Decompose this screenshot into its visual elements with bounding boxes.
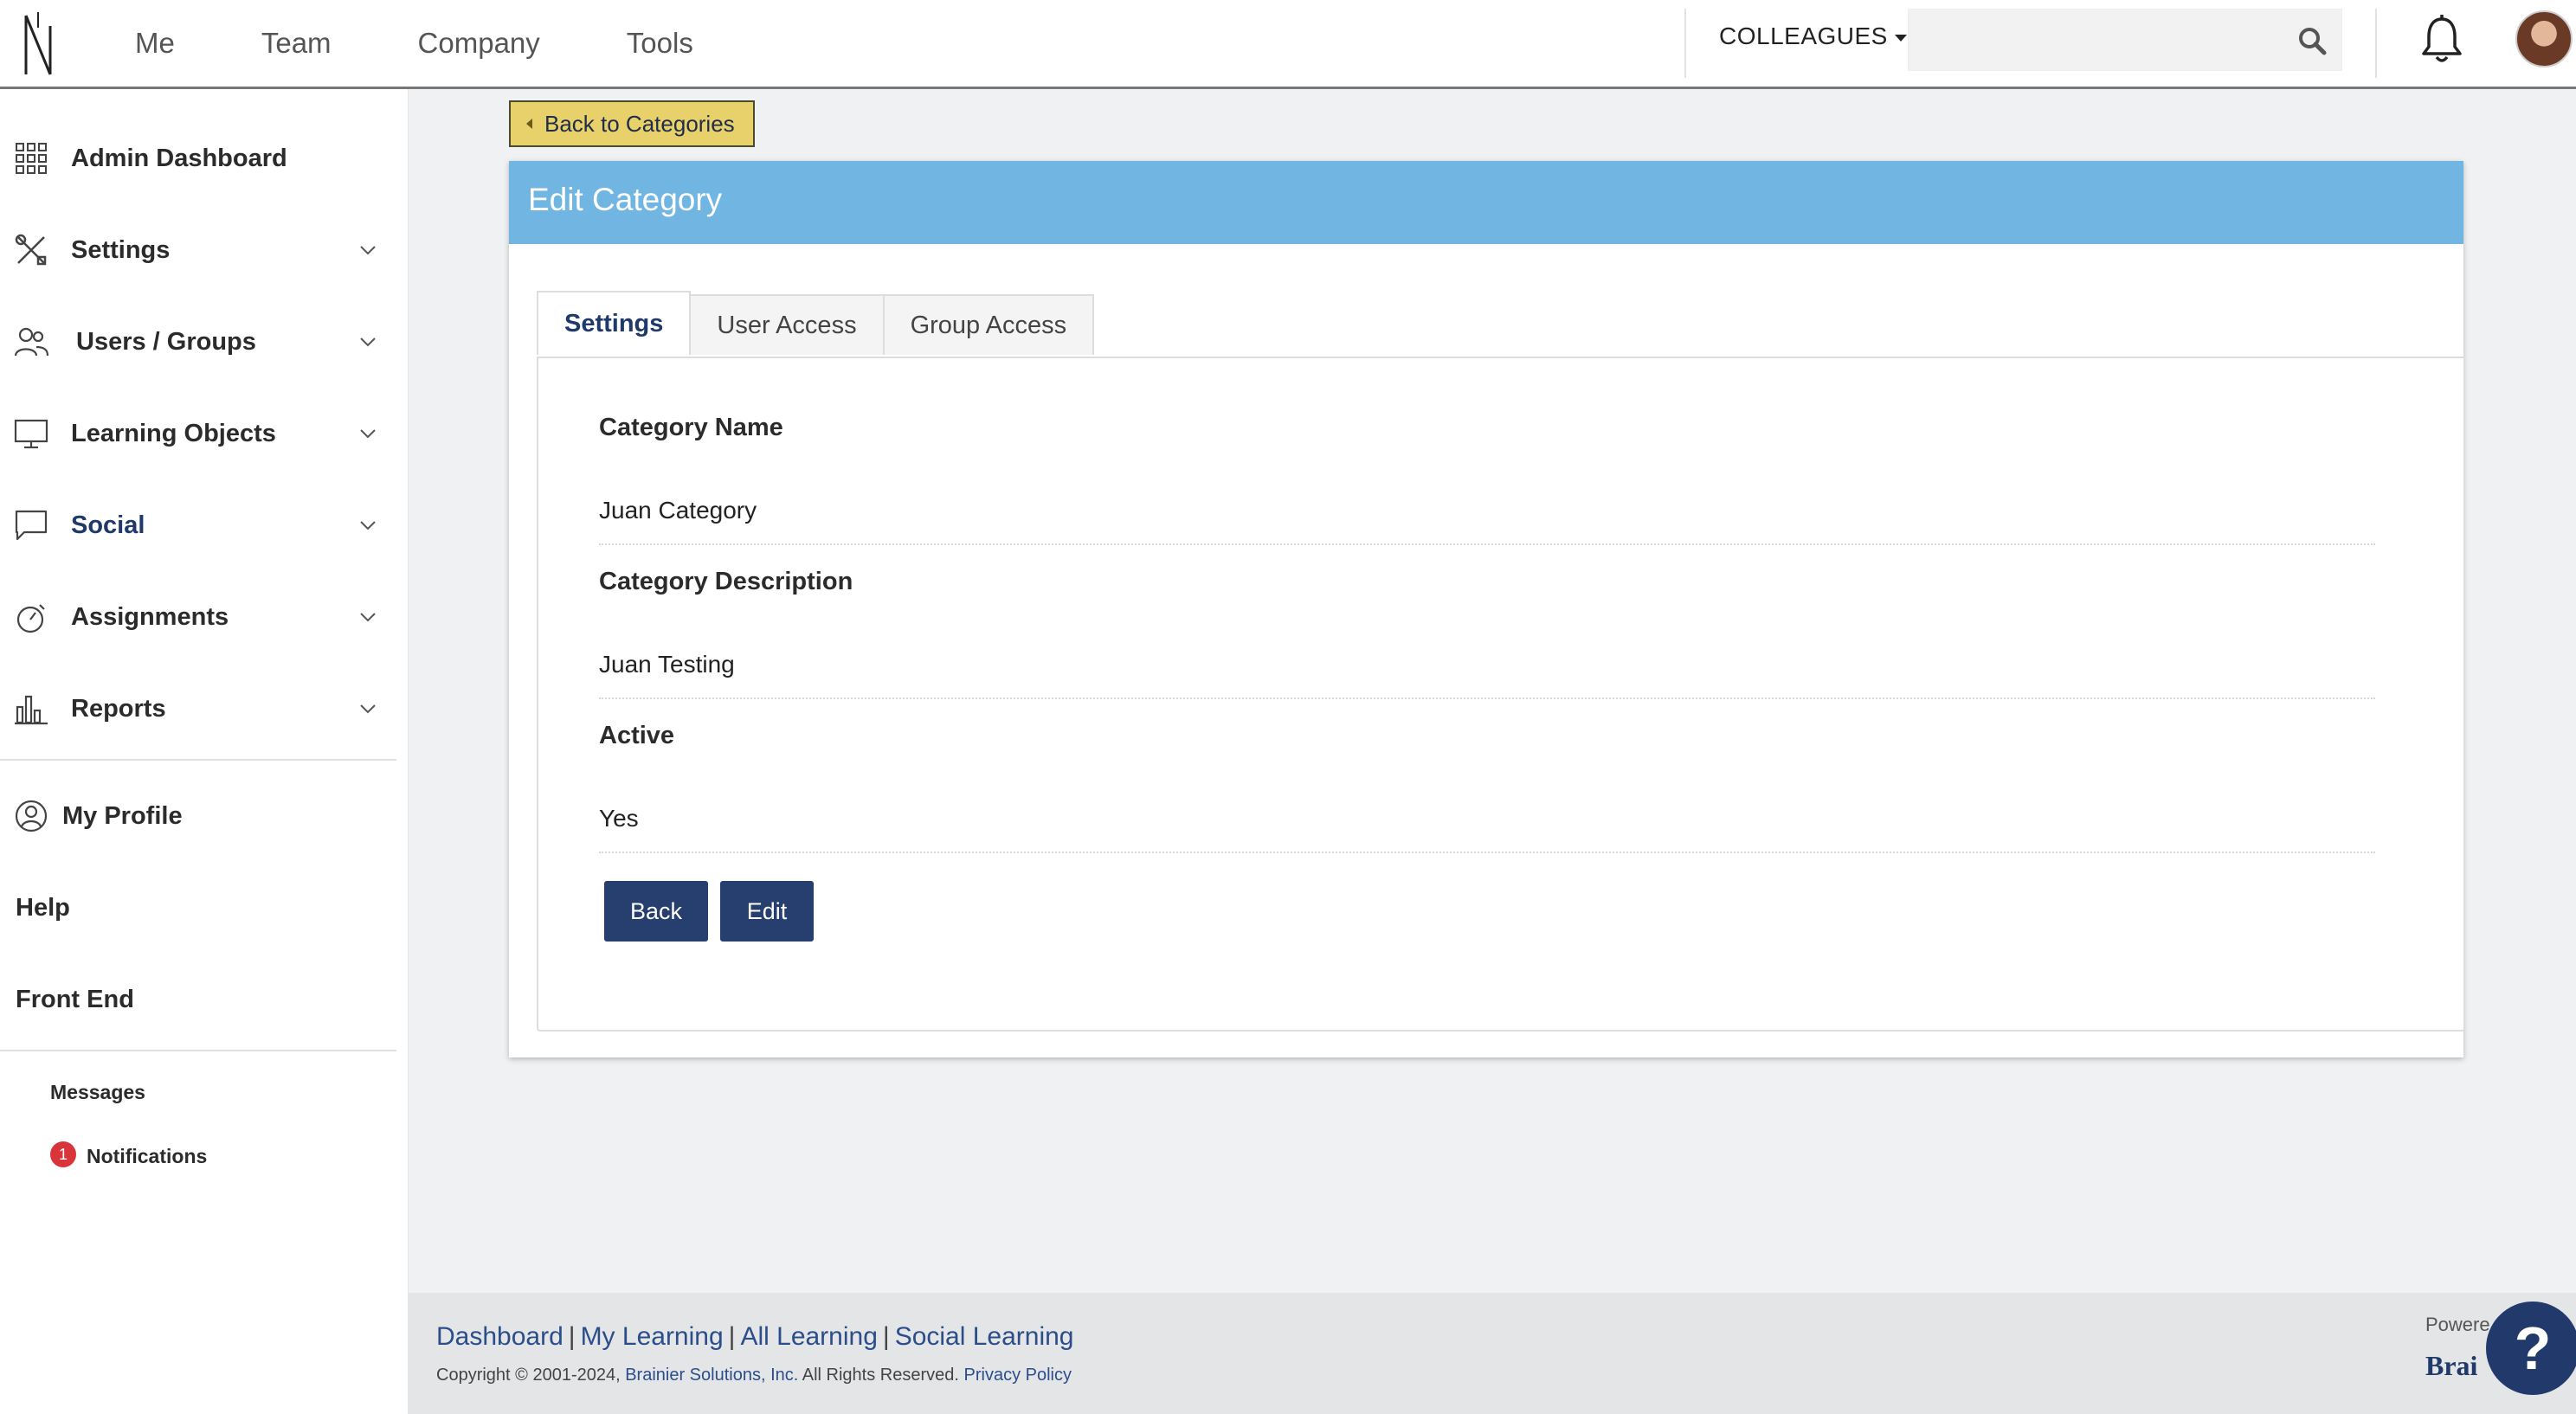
copyright-prefix: Copyright © 2001-2024, bbox=[436, 1366, 626, 1385]
brand-logo-icon[interactable] bbox=[21, 9, 55, 78]
footer: Dashboard | My Learning | All Learning | Socia… bbox=[409, 1293, 2576, 1414]
category-description-value: Juan Testing bbox=[599, 651, 735, 678]
bar-chart-icon bbox=[15, 695, 48, 725]
help-question-icon[interactable]: ? bbox=[2486, 1302, 2576, 1395]
divider bbox=[2375, 9, 2377, 78]
footer-link-all-learning[interactable]: All Learning bbox=[740, 1322, 877, 1351]
sidebar-item-label: My Profile bbox=[62, 801, 183, 830]
sidebar-item-admin-dashboard[interactable]: Admin Dashboard bbox=[0, 124, 398, 193]
topnav-tools[interactable]: Tools bbox=[627, 27, 693, 60]
sidebar-item-label: Admin Dashboard bbox=[71, 144, 287, 172]
user-circle-icon bbox=[15, 800, 48, 832]
sidebar-item-label: Learning Objects bbox=[71, 419, 276, 447]
brand-logo-text[interactable]: Brai bbox=[2425, 1350, 2477, 1382]
divider bbox=[599, 697, 2375, 699]
settings-tab-content: Category Name Juan Category Category Des… bbox=[537, 357, 2465, 1032]
chevron-down-icon bbox=[360, 429, 376, 439]
search-box bbox=[1908, 9, 2342, 71]
sidebar-item-label: Reports bbox=[71, 694, 166, 723]
tab-user-access[interactable]: User Access bbox=[689, 294, 885, 355]
footer-link-dashboard[interactable]: Dashboard bbox=[436, 1322, 564, 1351]
rights-text: All Rights Reserved. bbox=[798, 1366, 964, 1385]
search-input[interactable] bbox=[1909, 10, 2281, 70]
chevron-down-icon bbox=[360, 246, 376, 255]
tab-bar: Settings User Access Group Access bbox=[537, 291, 1095, 355]
divider bbox=[599, 852, 2375, 853]
sidebar-item-social[interactable]: Social bbox=[0, 491, 398, 560]
sidebar-item-settings[interactable]: Settings bbox=[0, 215, 398, 285]
divider bbox=[0, 759, 396, 761]
avatar[interactable] bbox=[2515, 10, 2573, 67]
privacy-policy-link[interactable]: Privacy Policy bbox=[964, 1366, 1072, 1385]
sidebar-item-learning-objects[interactable]: Learning Objects bbox=[0, 399, 398, 468]
category-description-label: Category Description bbox=[599, 568, 853, 595]
sidebar-item-front-end[interactable]: Front End bbox=[16, 986, 134, 1014]
chevron-down-icon bbox=[360, 613, 376, 622]
back-button[interactable]: Back bbox=[604, 881, 708, 942]
back-to-categories-label: Back to Categories bbox=[544, 110, 735, 137]
sidebar: Admin Dashboard Settings Users / Groups bbox=[0, 89, 409, 1414]
edit-button[interactable]: Edit bbox=[720, 881, 814, 942]
sidebar-item-help[interactable]: Help bbox=[16, 894, 70, 922]
separator: | bbox=[728, 1322, 736, 1351]
tab-settings[interactable]: Settings bbox=[537, 291, 692, 355]
top-bar: Me Team Company Tools COLLEAGUES bbox=[0, 0, 2576, 89]
category-name-value: Juan Category bbox=[599, 497, 757, 524]
back-to-categories-button[interactable]: Back to Categories bbox=[509, 100, 755, 147]
footer-link-my-learning[interactable]: My Learning bbox=[581, 1322, 724, 1351]
topnav-me[interactable]: Me bbox=[135, 27, 175, 60]
notification-count-badge: 1 bbox=[50, 1141, 76, 1167]
users-icon bbox=[14, 327, 48, 357]
top-nav: Me Team Company Tools bbox=[135, 0, 780, 87]
tab-group-access[interactable]: Group Access bbox=[882, 294, 1095, 355]
footer-links: Dashboard | My Learning | All Learning | Socia… bbox=[436, 1322, 1074, 1352]
monitor-icon bbox=[14, 419, 48, 449]
page-title: Edit Category bbox=[528, 182, 723, 217]
topnav-team[interactable]: Team bbox=[261, 27, 332, 60]
separator: | bbox=[882, 1322, 890, 1351]
caret-left-icon bbox=[526, 119, 532, 129]
sidebar-item-label: Users / Groups bbox=[76, 327, 256, 356]
powered-by-text: Powere bbox=[2425, 1314, 2490, 1335]
caret-down-icon bbox=[1894, 35, 1907, 42]
tools-icon bbox=[15, 234, 47, 266]
topnav-company[interactable]: Company bbox=[418, 27, 540, 60]
sidebar-item-my-profile[interactable]: My Profile bbox=[0, 781, 398, 851]
grid-icon bbox=[16, 143, 47, 174]
chat-icon bbox=[15, 510, 48, 541]
divider bbox=[1684, 9, 1686, 78]
chevron-down-icon bbox=[360, 521, 376, 530]
sidebar-item-label: Social bbox=[71, 511, 145, 539]
footer-link-social-learning[interactable]: Social Learning bbox=[895, 1322, 1074, 1351]
active-value: Yes bbox=[599, 805, 639, 832]
company-link[interactable]: Brainier Solutions, Inc. bbox=[625, 1366, 798, 1385]
stopwatch-icon bbox=[16, 604, 45, 633]
sidebar-item-label: Settings bbox=[71, 235, 171, 264]
divider bbox=[599, 543, 2375, 545]
copyright: Copyright © 2001-2024, Brainier Solution… bbox=[436, 1366, 1072, 1385]
sidebar-item-reports[interactable]: Reports bbox=[0, 674, 398, 743]
panel-header: Edit Category bbox=[509, 161, 2463, 244]
divider bbox=[0, 1050, 396, 1051]
sidebar-item-messages[interactable]: Messages bbox=[50, 1081, 145, 1104]
sidebar-item-assignments[interactable]: Assignments bbox=[0, 582, 398, 652]
edit-category-panel: Edit Category Settings User Access Group… bbox=[509, 161, 2465, 1057]
sidebar-item-label: Assignments bbox=[71, 602, 229, 631]
search-icon[interactable] bbox=[2296, 25, 2328, 56]
separator: | bbox=[568, 1322, 576, 1351]
sidebar-item-users-groups[interactable]: Users / Groups bbox=[0, 307, 398, 376]
active-label: Active bbox=[599, 722, 675, 749]
chevron-down-icon bbox=[360, 337, 376, 347]
colleagues-dropdown[interactable]: COLLEAGUES bbox=[1719, 22, 1907, 50]
sidebar-item-notifications[interactable]: Notifications bbox=[87, 1145, 207, 1168]
colleagues-label: COLLEAGUES bbox=[1719, 22, 1888, 49]
chevron-down-icon bbox=[360, 704, 376, 714]
bell-icon[interactable] bbox=[2418, 14, 2465, 66]
category-name-label: Category Name bbox=[599, 414, 783, 441]
